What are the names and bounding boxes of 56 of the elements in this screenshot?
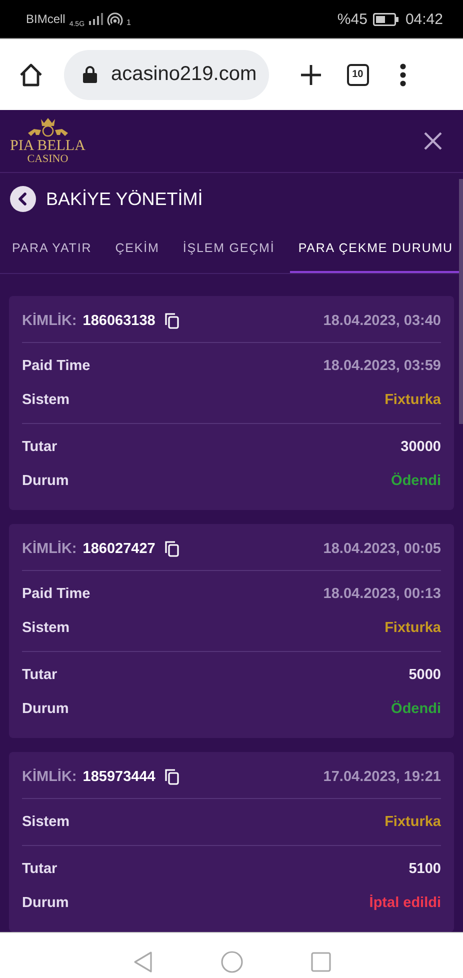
field-value: Ödendi [391, 701, 441, 717]
field-label: Durum [22, 701, 69, 717]
menu-icon[interactable] [398, 62, 407, 86]
field-value: Fixturka [384, 392, 441, 408]
logo-subtext: CASINO [27, 154, 68, 165]
created-date: 18.04.2023, 00:05 [323, 541, 441, 557]
created-date: 18.04.2023, 03:40 [323, 313, 441, 329]
tab[interactable]: İŞLEM GEÇMİ [174, 225, 283, 273]
field-label: Durum [22, 895, 69, 911]
battery-percent: %45 [337, 10, 368, 28]
id-label: KİMLİK: [22, 541, 77, 557]
field-value: Ödendi [391, 473, 441, 489]
clock-time: 04:42 [405, 10, 443, 28]
address-bar[interactable]: acasino219.com [64, 50, 269, 100]
plus-icon[interactable] [298, 62, 323, 86]
field-value: İptal edildi [369, 895, 441, 911]
page-title: BAKİYE YÖNETİMİ [46, 188, 203, 210]
home-icon[interactable] [18, 62, 44, 88]
tab[interactable]: PARA YATIR [4, 225, 100, 273]
field-label: Tutar [22, 439, 58, 455]
field-label: Paid Time [22, 586, 90, 602]
id-label: KİMLİK: [22, 313, 77, 329]
signal-icon [88, 13, 103, 25]
lock-icon [83, 66, 97, 83]
field-value: 5000 [408, 667, 441, 683]
hotspot-count: 1 [126, 18, 131, 26]
field-label: Paid Time [22, 358, 90, 374]
field-value: 30000 [400, 439, 441, 455]
id-number: 186063138 [82, 313, 156, 329]
close-icon[interactable] [423, 131, 443, 151]
field-label: Durum [22, 473, 69, 489]
id-number: 186027427 [82, 541, 156, 557]
field-label: Sistem [22, 620, 70, 636]
tab[interactable]: ÇEKİM [107, 225, 168, 273]
id-number: 185973444 [82, 769, 156, 785]
field-label: Sistem [22, 392, 70, 408]
logo-text: PIA BELLA [10, 139, 86, 154]
copy-icon[interactable] [165, 541, 180, 557]
tab-count-button[interactable]: 10 [346, 64, 369, 86]
id-label: KİMLİK: [22, 769, 77, 785]
field-value: Fixturka [384, 620, 441, 636]
field-label: Tutar [22, 667, 58, 683]
field-value: 18.04.2023, 03:59 [323, 358, 441, 374]
field-label: Sistem [22, 814, 70, 830]
field-value: Fixturka [384, 814, 441, 830]
field-value: 5100 [408, 861, 441, 877]
battery-icon [373, 12, 400, 26]
copy-icon[interactable] [165, 313, 180, 329]
field-label: Tutar [22, 861, 58, 877]
copy-icon[interactable] [165, 769, 180, 785]
crown-icon [26, 117, 70, 139]
hotspot-icon [106, 12, 123, 26]
carrier-name: BIMcell [26, 12, 66, 26]
created-date: 17.04.2023, 19:21 [323, 769, 441, 785]
field-value: 18.04.2023, 00:13 [323, 586, 441, 602]
back-icon[interactable] [10, 186, 36, 212]
